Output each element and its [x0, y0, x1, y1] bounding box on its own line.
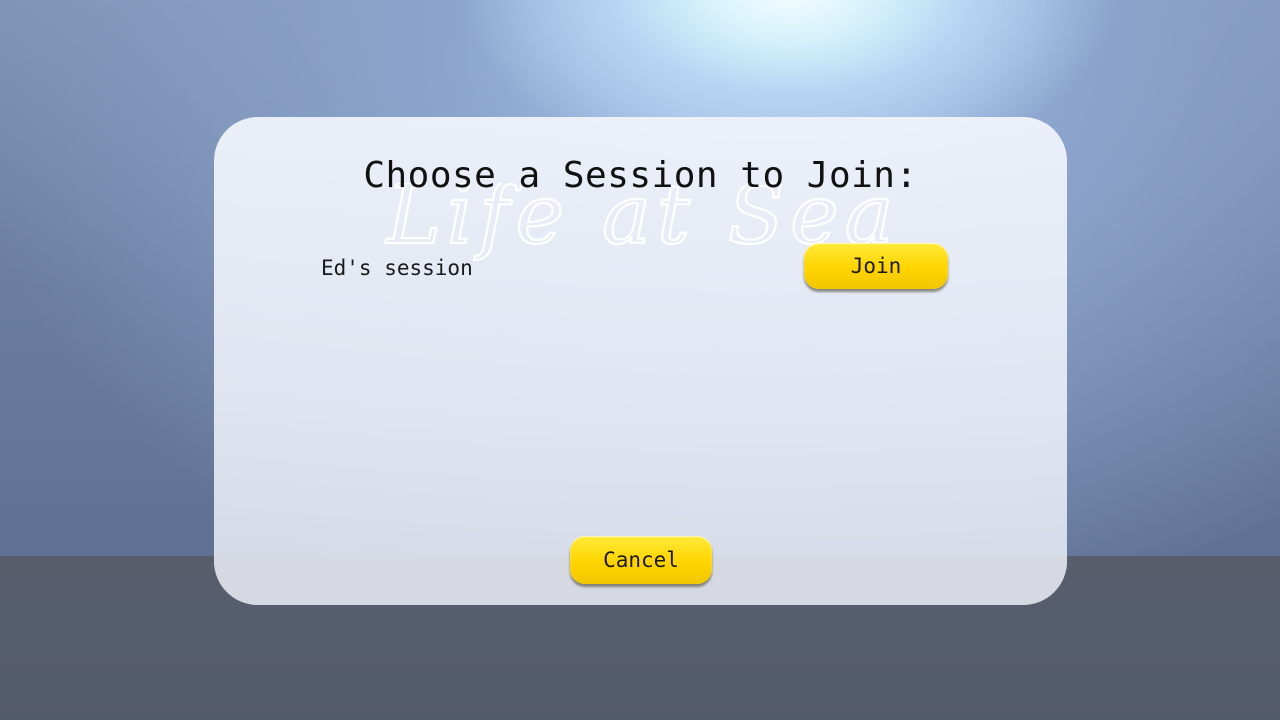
dialog-title: Choose a Session to Join:	[363, 155, 918, 196]
session-dialog: Life at Sea Choose a Session to Join: Ed…	[214, 117, 1067, 605]
cancel-button[interactable]: Cancel	[570, 536, 712, 584]
session-name: Ed's session	[321, 256, 473, 280]
join-button[interactable]: Join	[804, 243, 948, 289]
